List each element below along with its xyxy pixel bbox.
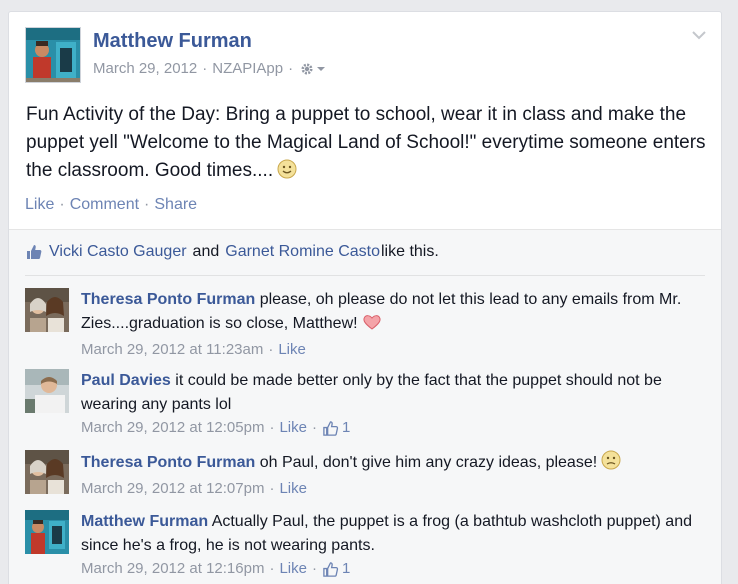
comment-content: Theresa Ponto Furman please, oh please d… (81, 288, 701, 339)
thumbs-up-icon (27, 245, 42, 259)
comment-body: Theresa Ponto Furman please, oh please d… (81, 288, 701, 361)
post-meta: March 29, 2012 · NZAPIApp · (93, 60, 326, 77)
worried-emoticon-icon (601, 450, 621, 478)
comment-link[interactable]: Comment (70, 196, 139, 214)
comment-timestamp[interactable]: March 29, 2012 at 12:16pm (81, 558, 264, 580)
commenter-avatar-image (25, 510, 69, 554)
comment-text: oh Paul, don't give him any crazy ideas,… (259, 454, 598, 471)
commenter-avatar[interactable] (25, 510, 69, 554)
comment-like-link[interactable]: Like (279, 558, 307, 580)
post-author-name[interactable]: Matthew Furman (93, 30, 252, 53)
meta-separator: · (269, 480, 275, 497)
comment-like-link[interactable]: Like (279, 417, 307, 439)
meta-separator: · (269, 419, 275, 436)
heart-emoticon-icon (362, 313, 382, 339)
chevron-down-icon (692, 31, 706, 40)
post-message: Fun Activity of the Day: Bring a puppet … (26, 101, 706, 188)
likes-suffix-text: like this. (380, 243, 439, 260)
caret-down-icon (317, 66, 326, 71)
action-separator: · (144, 196, 150, 213)
comment-author[interactable]: Matthew Furman (81, 513, 208, 530)
like-link[interactable]: Like (25, 196, 54, 214)
meta-separator: · (268, 341, 274, 358)
commenter-avatar-image (25, 288, 69, 332)
commenter-avatar[interactable] (25, 369, 69, 413)
commenter-avatar-image (25, 450, 69, 494)
smiley-emoticon-icon (277, 159, 297, 188)
comment-like-count[interactable]: 1 (322, 558, 350, 580)
meta-separator: · (311, 560, 317, 577)
comment-content: Matthew Furman Actually Paul, the puppet… (81, 510, 701, 558)
comment-timestamp[interactable]: March 29, 2012 at 12:07pm (81, 478, 264, 500)
commenter-avatar[interactable] (25, 288, 69, 332)
meta-separator: · (269, 560, 275, 577)
post-message-text: Fun Activity of the Day: Bring a puppet … (26, 104, 706, 181)
comment-author[interactable]: Theresa Ponto Furman (81, 291, 255, 308)
comment-content: Theresa Ponto Furman oh Paul, don't give… (81, 450, 701, 478)
like-count-value: 1 (341, 560, 351, 577)
comment-meta: March 29, 2012 at 12:07pm · Like (81, 478, 701, 500)
liker-name-2[interactable]: Garnet Romine Casto (225, 243, 380, 261)
comment-like-link[interactable]: Like (278, 339, 306, 361)
comment-author[interactable]: Theresa Ponto Furman (81, 454, 255, 471)
comment-body: Matthew Furman Actually Paul, the puppet… (81, 510, 701, 580)
comment-timestamp[interactable]: March 29, 2012 at 12:05pm (81, 417, 264, 439)
feed-story-card: Matthew Furman March 29, 2012 · NZAPIApp… (8, 11, 722, 584)
author-avatar-image (26, 28, 80, 82)
meta-separator: · (202, 60, 208, 77)
gear-icon (301, 63, 313, 74)
author-avatar[interactable] (25, 27, 81, 83)
likes-and-text: and (192, 243, 220, 260)
comment-timestamp[interactable]: March 29, 2012 at 11:23am (81, 339, 263, 361)
story-options-dropdown[interactable] (691, 28, 707, 46)
privacy-gear-menu[interactable] (300, 62, 326, 76)
post-app-source[interactable]: NZAPIApp (212, 60, 283, 77)
thumbs-up-icon (323, 420, 339, 436)
likes-summary: Vicki Casto Gauger and Garnet Romine Cas… (25, 243, 439, 261)
commenter-avatar[interactable] (25, 450, 69, 494)
thumbs-up-icon (323, 561, 339, 577)
like-count-value: 1 (341, 419, 351, 436)
post-actions: Like · Comment · Share (25, 196, 197, 214)
comment-meta: March 29, 2012 at 12:05pm · Like · 1 (81, 417, 701, 439)
share-link[interactable]: Share (154, 196, 197, 214)
meta-separator: · (288, 60, 294, 77)
comment-body: Theresa Ponto Furman oh Paul, don't give… (81, 450, 701, 500)
comment-content: Paul Davies it could be made better only… (81, 369, 701, 417)
feedback-section: Vicki Casto Gauger and Garnet Romine Cas… (9, 229, 721, 584)
post-timestamp[interactable]: March 29, 2012 (93, 60, 197, 77)
comment-author[interactable]: Paul Davies (81, 372, 171, 389)
comment-meta: March 29, 2012 at 11:23am · Like (81, 339, 701, 361)
meta-separator: · (311, 419, 317, 436)
post-header-section: Matthew Furman March 29, 2012 · NZAPIApp… (9, 12, 721, 229)
comment-body: Paul Davies it could be made better only… (81, 369, 701, 439)
action-separator: · (59, 196, 65, 213)
comment-like-link[interactable]: Like (279, 478, 307, 500)
likes-divider (25, 275, 705, 276)
commenter-avatar-image (25, 369, 69, 413)
liker-name-1[interactable]: Vicki Casto Gauger (49, 243, 187, 261)
comment-like-count[interactable]: 1 (322, 417, 350, 439)
comment-meta: March 29, 2012 at 12:16pm · Like · 1 (81, 558, 701, 580)
